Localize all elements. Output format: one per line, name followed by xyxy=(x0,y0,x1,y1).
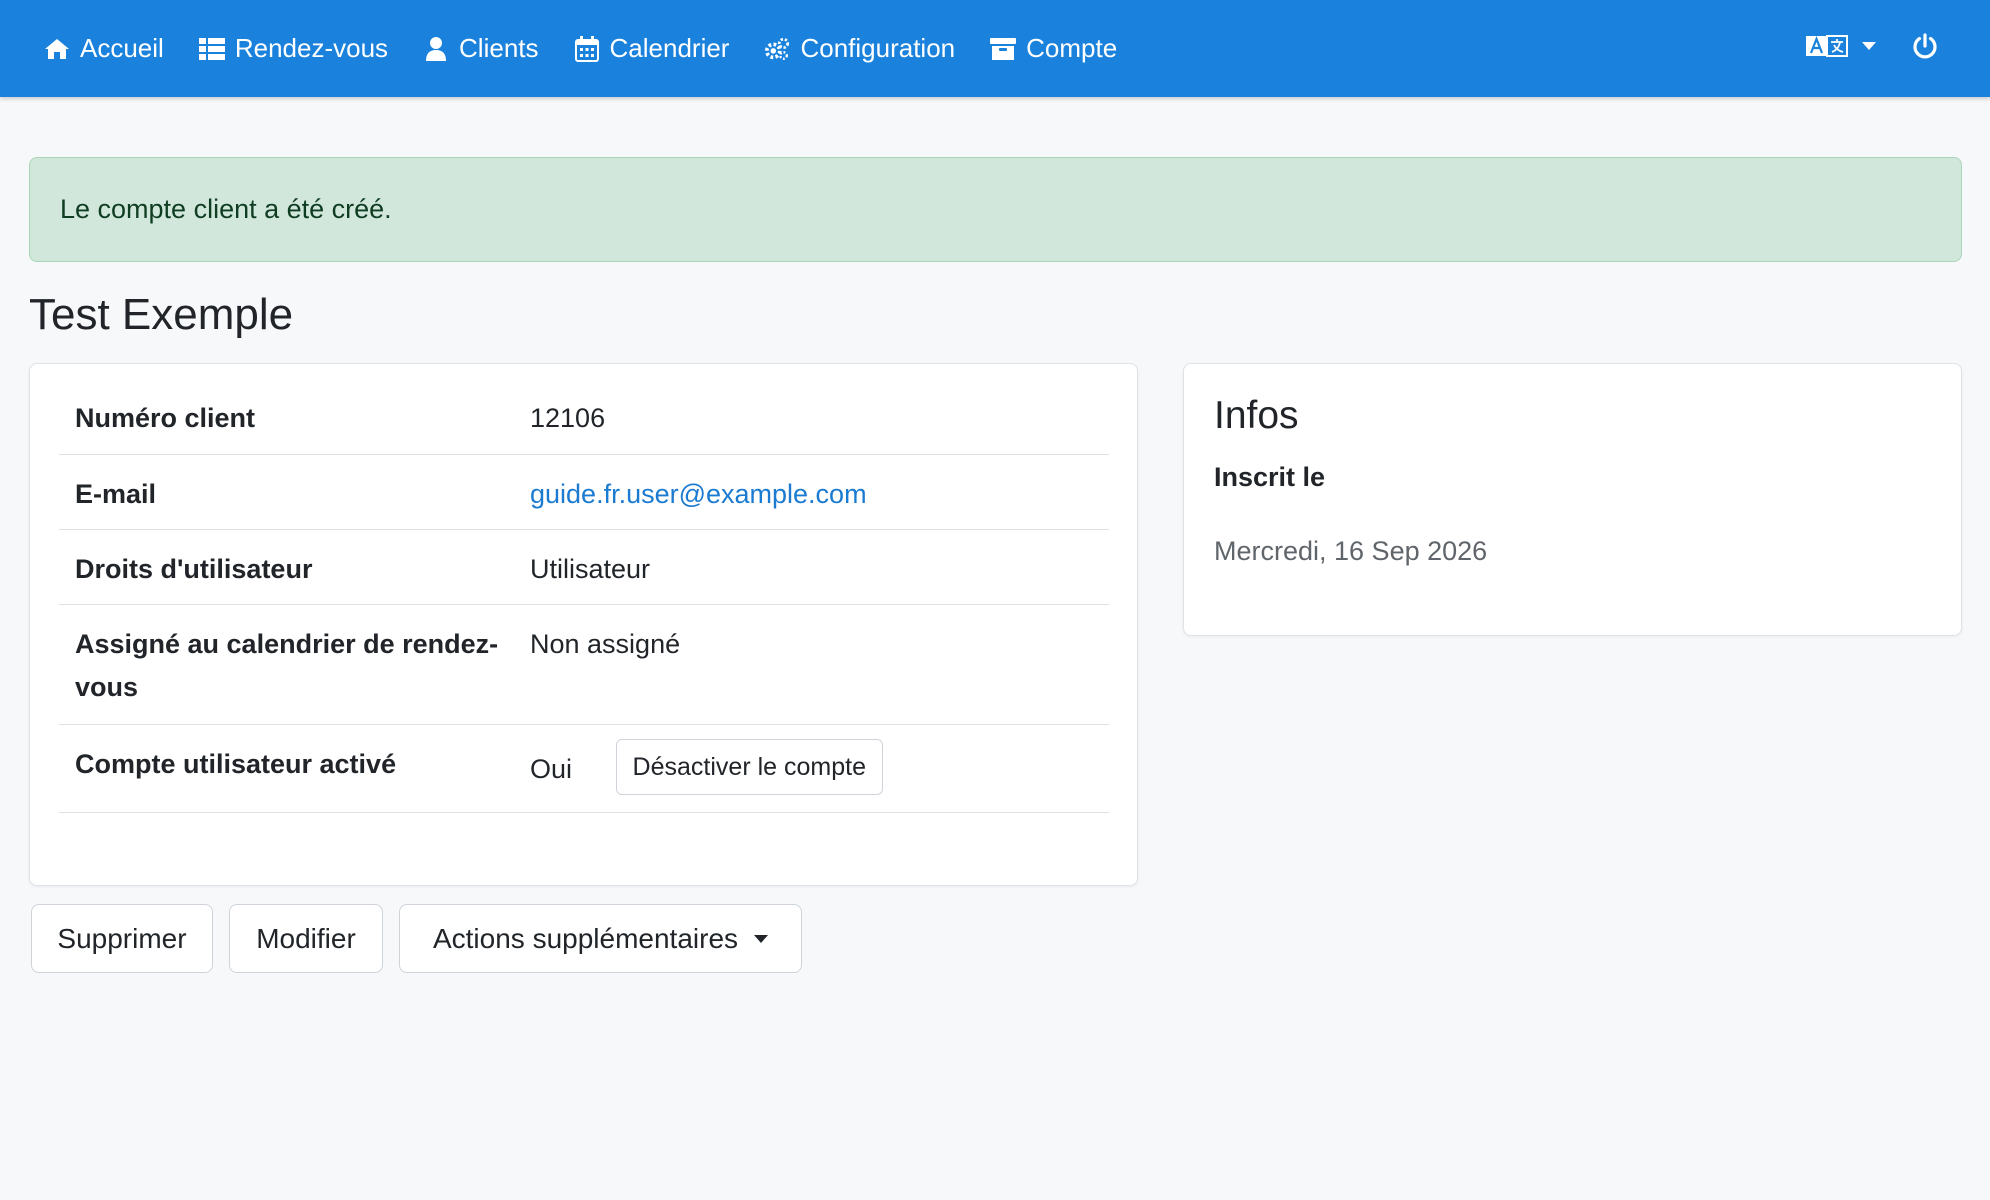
details-table: Numéro client 12106 E-mail guide.fr.user… xyxy=(59,379,1109,813)
row-label: Droits d'utilisateur xyxy=(59,529,530,605)
row-label: Compte utilisateur activé xyxy=(59,724,530,813)
success-alert: Le compte client a été créé. xyxy=(29,157,1962,262)
table-row: Droits d'utilisateur Utilisateur xyxy=(59,529,1109,605)
nav-right xyxy=(1806,0,1938,97)
deactivate-account-button[interactable]: Désactiver le compte xyxy=(615,738,883,795)
registered-date: Mercredi, 16 Sep 2026 xyxy=(1214,536,1488,566)
chevron-down-icon xyxy=(754,934,769,943)
nav-label: Compte xyxy=(1026,33,1118,63)
power-icon xyxy=(1912,33,1938,64)
more-actions-label: Actions supplémentaires xyxy=(432,922,739,954)
row-label: E-mail xyxy=(59,454,530,530)
nav-item-configuration[interactable]: Configuration xyxy=(764,33,955,64)
nav-item-clients[interactable]: Clients xyxy=(423,33,539,64)
nav-item-compte[interactable]: Compte xyxy=(990,33,1117,64)
archive-icon xyxy=(990,36,1017,62)
calendar-icon xyxy=(574,35,600,62)
table-row: Compte utilisateur activé Oui Désactiver… xyxy=(59,724,1109,813)
nav-menu: Accueil Rendez-vous Clients Calendrier C… xyxy=(44,0,1152,97)
home-icon xyxy=(44,36,70,62)
more-actions-dropdown[interactable]: Actions supplémentaires xyxy=(399,904,802,973)
nav-label: Calendrier xyxy=(609,33,730,63)
logout-button[interactable] xyxy=(1912,33,1938,64)
table-row: Assigné au calendrier de rendez-vous Non… xyxy=(59,604,1109,725)
nav-label: Clients xyxy=(459,33,539,63)
nav-label: Accueil xyxy=(80,33,164,63)
nav-item-accueil[interactable]: Accueil xyxy=(44,33,164,64)
delete-button[interactable]: Supprimer xyxy=(31,904,213,973)
user-icon xyxy=(423,36,449,62)
row-label: Assigné au calendrier de rendez-vous xyxy=(59,604,530,725)
gears-icon xyxy=(764,36,790,62)
row-label: Numéro client xyxy=(59,379,530,455)
edit-button[interactable]: Modifier xyxy=(229,904,383,973)
edit-button-label: Modifier xyxy=(256,922,356,954)
info-title: Infos xyxy=(1214,394,1299,437)
nav-item-calendrier[interactable]: Calendrier xyxy=(574,33,730,64)
nav-label: Configuration xyxy=(800,33,956,63)
info-card: Infos Inscrit le Mercredi, 16 Sep 2026 xyxy=(1183,363,1962,636)
row-value: Oui Désactiver le compte xyxy=(530,724,1109,813)
alert-text: Le compte client a été créé. xyxy=(60,194,392,224)
row-value: 12106 xyxy=(530,379,1109,455)
active-status: Oui xyxy=(530,753,573,784)
email-link[interactable]: guide.fr.user@example.com xyxy=(530,479,867,509)
registered-label: Inscrit le xyxy=(1214,462,1326,492)
customer-details-card: Numéro client 12106 E-mail guide.fr.user… xyxy=(29,363,1138,886)
page-title: Test Exemple xyxy=(29,290,294,339)
top-navbar: Accueil Rendez-vous Clients Calendrier C… xyxy=(0,0,1990,97)
list-icon xyxy=(198,36,225,62)
language-dropdown[interactable] xyxy=(1806,34,1876,63)
nav-label: Rendez-vous xyxy=(234,33,389,63)
row-value: guide.fr.user@example.com xyxy=(530,454,1109,530)
nav-item-rendez-vous[interactable]: Rendez-vous xyxy=(198,33,389,64)
table-row: Numéro client 12106 xyxy=(59,379,1109,455)
row-value: Utilisateur xyxy=(530,529,1109,605)
table-row: E-mail guide.fr.user@example.com xyxy=(59,454,1109,530)
chevron-down-icon xyxy=(1862,41,1876,50)
delete-button-label: Supprimer xyxy=(57,922,187,954)
language-icon xyxy=(1806,34,1848,63)
row-value: Non assigné xyxy=(530,604,1109,725)
